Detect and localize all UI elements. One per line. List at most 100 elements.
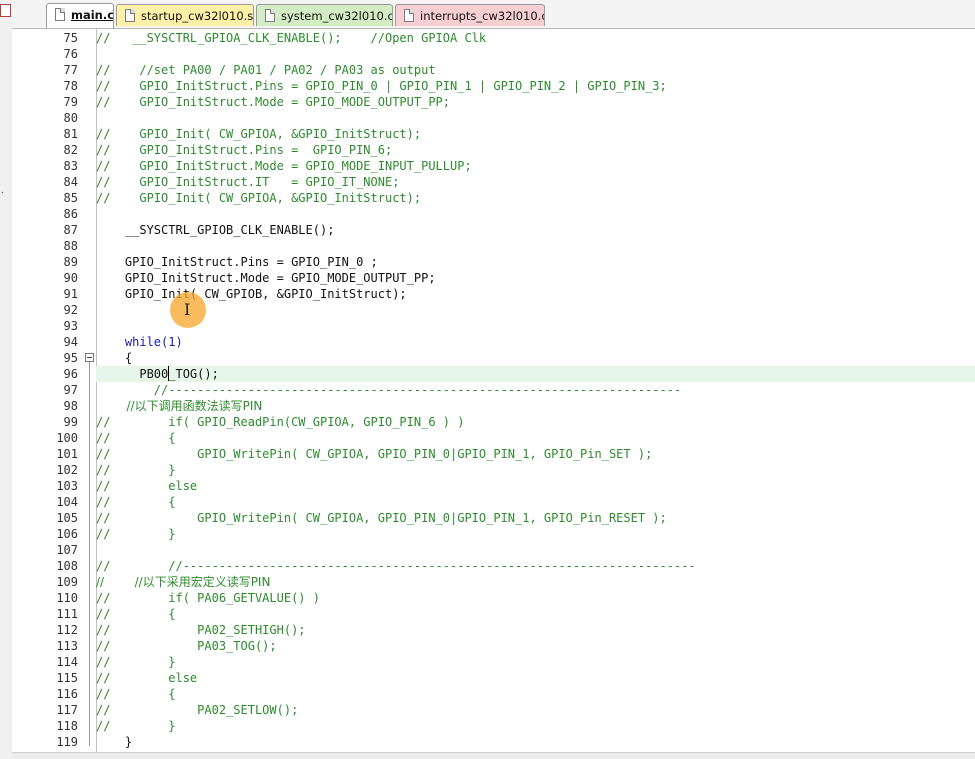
- line-number: 89: [63, 255, 78, 269]
- line-number: 103: [56, 479, 78, 493]
- line-number: 86: [63, 207, 78, 221]
- line-number: 118: [56, 719, 78, 733]
- code-line[interactable]: GPIO_Init( CW_GPIOB, &GPIO_InitStruct);: [96, 286, 975, 302]
- code-line[interactable]: GPIO_InitStruct.Mode = GPIO_MODE_OUTPUT_…: [96, 270, 975, 286]
- file-icon: [0, 4, 11, 17]
- code-line[interactable]: // GPIO_InitStruct.Pins = GPIO_PIN_0 | G…: [96, 78, 975, 94]
- line-number: 83: [63, 159, 78, 173]
- code-line[interactable]: // PA03_TOG();: [96, 638, 975, 654]
- ibeam-cursor-icon: I: [184, 300, 191, 319]
- code-line[interactable]: // PA02_SETLOW();: [96, 702, 975, 718]
- line-number: 95: [63, 351, 78, 365]
- code-line[interactable]: [96, 238, 975, 254]
- line-number: 110: [56, 591, 78, 605]
- line-number: 117: [56, 703, 78, 717]
- document-icon: [404, 9, 414, 22]
- fold-margin[interactable]: [82, 29, 97, 759]
- code-line[interactable]: [96, 110, 975, 126]
- line-number: 94: [63, 335, 78, 349]
- tab-label: startup_cw32l010.s: [141, 9, 254, 23]
- horizontal-scrollbar[interactable]: [12, 752, 975, 759]
- code-line[interactable]: // GPIO_Init( CW_GPIOA, &GPIO_InitStruct…: [96, 190, 975, 206]
- tab-label: interrupts_cw32l010.c: [420, 9, 545, 23]
- tab-label: system_cw32l010.c: [281, 9, 393, 23]
- code-line[interactable]: // if( PA06_GETVALUE() ): [96, 590, 975, 606]
- code-line[interactable]: }: [96, 734, 975, 750]
- code-line[interactable]: // }: [96, 526, 975, 542]
- code-line[interactable]: // {: [96, 430, 975, 446]
- code-line[interactable]: // GPIO_InitStruct.Mode = GPIO_MODE_INPU…: [96, 158, 975, 174]
- code-line[interactable]: // __SYSCTRL_GPIOA_CLK_ENABLE(); //Open …: [96, 30, 975, 46]
- code-line[interactable]: // PA02_SETHIGH();: [96, 622, 975, 638]
- code-line[interactable]: // }: [96, 462, 975, 478]
- line-number: 91: [63, 287, 78, 301]
- code-line[interactable]: // {: [96, 686, 975, 702]
- code-line[interactable]: while(1): [96, 334, 975, 350]
- line-number: 90: [63, 271, 78, 285]
- code-line[interactable]: //--------------------------------------…: [96, 382, 975, 398]
- code-line[interactable]: // //-----------------------------------…: [96, 558, 975, 574]
- line-number: 115: [56, 671, 78, 685]
- code-line[interactable]: // {: [96, 606, 975, 622]
- line-number: 92: [63, 303, 78, 317]
- text-caret: [168, 366, 169, 381]
- tab-startup-cw32l010-s[interactable]: startup_cw32l010.s: [116, 4, 254, 26]
- line-number: 77: [63, 63, 78, 77]
- code-line[interactable]: // GPIO_InitStruct.Mode = GPIO_MODE_OUTP…: [96, 94, 975, 110]
- editor-tab-bar: main.c* startup_cw32l010.s system_cw32l010…: [12, 0, 975, 29]
- line-number: 88: [63, 239, 78, 253]
- code-line[interactable]: [96, 46, 975, 62]
- line-number: 76: [63, 47, 78, 61]
- tab-main-c[interactable]: main.c*: [46, 3, 114, 28]
- code-line[interactable]: // }: [96, 718, 975, 734]
- line-number: 75: [63, 31, 78, 45]
- line-number: 102: [56, 463, 78, 477]
- line-number: 96: [63, 367, 78, 381]
- line-number: 113: [56, 639, 78, 653]
- fold-collapse-icon[interactable]: [85, 353, 94, 362]
- code-line[interactable]: // GPIO_WritePin( CW_GPIOA, GPIO_PIN_0|G…: [96, 446, 975, 462]
- fold-range-line: [89, 362, 90, 746]
- tab-interrupts-cw32l010-c[interactable]: interrupts_cw32l010.c: [395, 4, 545, 26]
- code-line[interactable]: //以下调用函数法读写PIN: [96, 398, 975, 414]
- code-line[interactable]: // //set PA00 / PA01 / PA02 / PA03 as ou…: [96, 62, 975, 78]
- line-number: 99: [63, 415, 78, 429]
- line-number: 108: [56, 559, 78, 573]
- code-line[interactable]: // GPIO_Init( CW_GPIOA, &GPIO_InitStruct…: [96, 126, 975, 142]
- line-number: 84: [63, 175, 78, 189]
- code-line[interactable]: // GPIO_WritePin( CW_GPIOA, GPIO_PIN_0|G…: [96, 510, 975, 526]
- code-line[interactable]: // GPIO_InitStruct.Pins = GPIO_PIN_6;: [96, 142, 975, 158]
- code-line[interactable]: [96, 206, 975, 222]
- code-line[interactable]: [96, 542, 975, 558]
- code-text-area[interactable]: // __SYSCTRL_GPIOA_CLK_ENABLE(); //Open …: [96, 29, 975, 759]
- code-line[interactable]: [96, 318, 975, 334]
- code-editor[interactable]: 75 76 77 78 79 80 81 82 83 84 85 86 87 88 89 90 91 92 93 94…: [12, 29, 975, 759]
- line-number: 85: [63, 191, 78, 205]
- code-line[interactable]: // {: [96, 494, 975, 510]
- line-number: 105: [56, 511, 78, 525]
- code-line[interactable]: // else: [96, 670, 975, 686]
- line-number: 106: [56, 527, 78, 541]
- code-line[interactable]: [96, 302, 975, 318]
- code-line[interactable]: __SYSCTRL_GPIOB_CLK_ENABLE();: [96, 222, 975, 238]
- line-number: 98: [63, 399, 78, 413]
- line-number: 100: [56, 431, 78, 445]
- code-line[interactable]: // }: [96, 654, 975, 670]
- document-icon: [125, 9, 135, 22]
- code-line[interactable]: // if( GPIO_ReadPin(CW_GPIOA, GPIO_PIN_6…: [96, 414, 975, 430]
- code-line[interactable]: // else: [96, 478, 975, 494]
- code-line[interactable]: // GPIO_InitStruct.IT = GPIO_IT_NONE;: [96, 174, 975, 190]
- line-number: 104: [56, 495, 78, 509]
- code-line[interactable]: // //以下采用宏定义读写PIN: [96, 574, 975, 590]
- code-line[interactable]: {: [96, 350, 975, 366]
- line-number: 109: [56, 575, 78, 589]
- tab-system-cw32l010-c[interactable]: system_cw32l010.c: [256, 4, 393, 26]
- line-number: 79: [63, 95, 78, 109]
- code-line[interactable]: GPIO_InitStruct.Pins = GPIO_PIN_0 ;: [96, 254, 975, 270]
- line-number: 97: [63, 383, 78, 397]
- line-number: 116: [56, 687, 78, 701]
- splitter-grip-icon[interactable]: .: [1, 186, 4, 196]
- line-number: 107: [56, 543, 78, 557]
- current-code-line[interactable]: PB00_TOG();: [96, 366, 975, 382]
- line-number: 82: [63, 143, 78, 157]
